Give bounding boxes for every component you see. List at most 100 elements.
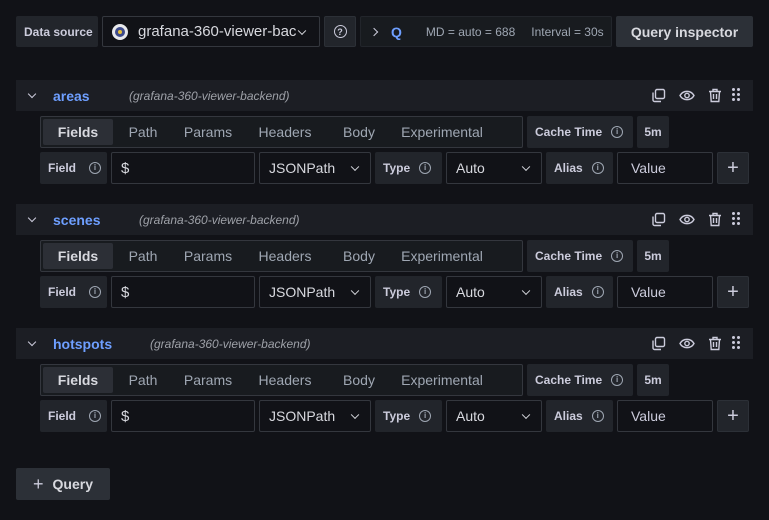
query-inspector-button[interactable]: Query inspector <box>616 16 753 47</box>
eye-icon[interactable] <box>679 337 695 350</box>
query-ref-id[interactable]: areas <box>53 88 90 104</box>
type-label-text: Type <box>383 285 411 299</box>
tab-body[interactable]: Body <box>327 367 391 393</box>
tab-params[interactable]: Params <box>173 367 243 393</box>
type-select[interactable]: Auto <box>446 152 542 184</box>
query-ref-id[interactable]: scenes <box>53 212 100 228</box>
chevron-down-icon <box>350 162 360 172</box>
info-icon: i <box>419 162 432 174</box>
add-field-button[interactable]: + <box>717 400 749 432</box>
tab-headers[interactable]: Headers <box>243 243 327 269</box>
cache-time-value[interactable]: 5m <box>637 116 669 148</box>
alias-placeholder: Value <box>631 284 666 300</box>
field-label: Field i <box>40 276 107 308</box>
query-options-q: Q <box>391 23 402 40</box>
alias-label-text: Alias <box>554 285 583 299</box>
query-datasource-name: (grafana-360-viewer-backend) <box>150 337 311 351</box>
trash-icon[interactable] <box>708 336 722 351</box>
duplicate-icon[interactable] <box>651 212 666 227</box>
alias-placeholder: Value <box>631 160 666 176</box>
add-field-button[interactable]: + <box>717 276 749 308</box>
datasource-logo-icon <box>112 23 128 40</box>
max-data-points: MD = auto = 688 <box>425 24 516 39</box>
query-row-header[interactable] <box>16 80 753 111</box>
alias-label: Alias i <box>546 276 613 308</box>
cache-time-value[interactable]: 5m <box>637 240 669 272</box>
chevron-down-icon <box>521 162 531 172</box>
tab-fields[interactable]: Fields <box>43 243 113 269</box>
trash-icon[interactable] <box>708 212 722 227</box>
tab-experimental[interactable]: Experimental <box>391 367 493 393</box>
field-type-select[interactable]: JSONPath <box>259 400 371 432</box>
drag-handle-icon[interactable] <box>731 211 741 227</box>
plus-icon: + <box>33 474 44 494</box>
query-datasource-name: (grafana-360-viewer-backend) <box>129 89 290 103</box>
add-field-button[interactable]: + <box>717 152 749 184</box>
info-icon: i <box>591 410 604 422</box>
cache-time-value-text: 5m <box>644 373 662 387</box>
field-type-select[interactable]: JSONPath <box>259 276 371 308</box>
cache-time-value-text: 5m <box>644 249 662 263</box>
drag-handle-icon[interactable] <box>731 87 741 103</box>
tab-path[interactable]: Path <box>113 367 173 393</box>
add-query-button[interactable]: + Query <box>16 468 110 500</box>
field-type-select[interactable]: JSONPath <box>259 152 371 184</box>
tab-fields[interactable]: Fields <box>43 367 113 393</box>
tab-path[interactable]: Path <box>113 119 173 145</box>
chevron-down-icon <box>521 286 531 296</box>
tab-body[interactable]: Body <box>327 119 391 145</box>
eye-icon[interactable] <box>679 89 695 102</box>
field-label-text: Field <box>48 285 77 299</box>
field-label-text: Field <box>48 409 77 423</box>
tab-experimental[interactable]: Experimental <box>391 243 493 269</box>
field-selector-input[interactable]: $ <box>111 400 255 432</box>
tab-params[interactable]: Params <box>173 119 243 145</box>
tab-path[interactable]: Path <box>113 243 173 269</box>
trash-icon[interactable] <box>708 88 722 103</box>
field-selector-value: $ <box>121 407 130 425</box>
info-icon: i <box>611 126 624 138</box>
query-tabs: Fields Path Params Headers Body Experimental <box>40 116 523 148</box>
chevron-down-icon <box>297 26 307 35</box>
field-selector-value: $ <box>121 283 130 301</box>
alias-input[interactable]: Value <box>617 400 713 432</box>
add-query-label: Query <box>52 476 93 492</box>
info-icon: i <box>591 162 604 174</box>
tab-headers[interactable]: Headers <box>243 367 327 393</box>
query-ref-id[interactable]: hotspots <box>53 336 112 352</box>
type-select[interactable]: Auto <box>446 276 542 308</box>
type-label: Type i <box>375 152 442 184</box>
field-label-text: Field <box>48 161 77 175</box>
alias-input[interactable]: Value <box>617 276 713 308</box>
eye-icon[interactable] <box>679 213 695 226</box>
alias-placeholder: Value <box>631 408 666 424</box>
cache-time-label: Cache Time i <box>527 364 633 396</box>
alias-label-text: Alias <box>554 409 583 423</box>
query-options-bar[interactable]: Q MD = auto = 688 Interval = 30s <box>360 16 612 47</box>
tab-headers[interactable]: Headers <box>243 119 327 145</box>
info-icon: i <box>89 410 102 422</box>
alias-input[interactable]: Value <box>617 152 713 184</box>
field-selector-input[interactable]: $ <box>111 152 255 184</box>
tab-fields[interactable]: Fields <box>43 119 113 145</box>
drag-handle-icon[interactable] <box>731 335 741 351</box>
type-label: Type i <box>375 400 442 432</box>
field-label: Field i <box>40 400 107 432</box>
duplicate-icon[interactable] <box>651 336 666 351</box>
field-selector-input[interactable]: $ <box>111 276 255 308</box>
query-row-header[interactable] <box>16 204 753 235</box>
query-row-header[interactable] <box>16 328 753 359</box>
datasource-picker[interactable]: grafana-360-viewer-bac <box>102 16 320 47</box>
cache-time-label-text: Cache Time <box>535 125 603 139</box>
plus-icon: + <box>727 157 739 179</box>
duplicate-icon[interactable] <box>651 88 666 103</box>
help-button[interactable]: ? <box>324 16 356 47</box>
plus-icon: + <box>727 405 739 427</box>
cache-time-value[interactable]: 5m <box>637 364 669 396</box>
tab-params[interactable]: Params <box>173 243 243 269</box>
type-select[interactable]: Auto <box>446 400 542 432</box>
tab-body[interactable]: Body <box>327 243 391 269</box>
type-select-value: Auto <box>456 408 485 424</box>
tab-experimental[interactable]: Experimental <box>391 119 493 145</box>
datasource-name: grafana-360-viewer-bac <box>138 23 297 40</box>
